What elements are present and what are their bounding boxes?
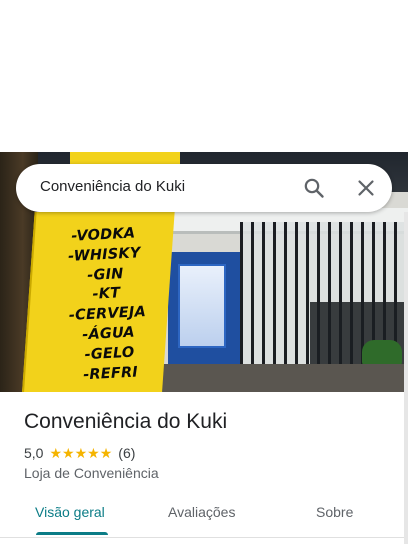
tab-reviews[interactable]: Avaliações (168, 504, 235, 520)
place-title: Conveniência do Kuki (24, 410, 228, 433)
search-input[interactable]: Conveniência do Kuki (40, 178, 185, 195)
star-icon: ★ (87, 445, 100, 461)
star-rating: ★ ★ ★ ★ ★ (49, 446, 112, 460)
rating-row[interactable]: 5,0 ★ ★ ★ ★ ★ (6) (24, 444, 135, 462)
search-bar[interactable]: Conveniência do Kuki (16, 164, 392, 212)
star-icon: ★ (99, 445, 113, 461)
star-icon: ★ (49, 445, 63, 461)
place-category[interactable]: Loja de Conveniência (24, 465, 159, 481)
star-icon: ★ (74, 445, 88, 461)
star-icon: ★ (62, 445, 75, 461)
divider (0, 537, 408, 538)
flag-text: -VODKA -WHISKY -GIN -KT -CERVEJA -ÁGUA -… (48, 223, 166, 387)
blank-area (0, 0, 408, 152)
tab-bar: Visão geral Avaliações Sobre (0, 494, 408, 538)
scrollbar-track[interactable] (404, 212, 408, 544)
close-icon[interactable] (354, 176, 378, 200)
tab-about[interactable]: Sobre (316, 504, 353, 520)
tab-overview[interactable]: Visão geral (35, 504, 105, 520)
photo-plant (362, 340, 402, 366)
review-count[interactable]: (6) (118, 445, 135, 461)
search-icon[interactable] (302, 176, 326, 200)
active-tab-indicator (36, 532, 108, 535)
rating-value: 5,0 (24, 445, 44, 461)
photo-window-banner (178, 264, 226, 348)
